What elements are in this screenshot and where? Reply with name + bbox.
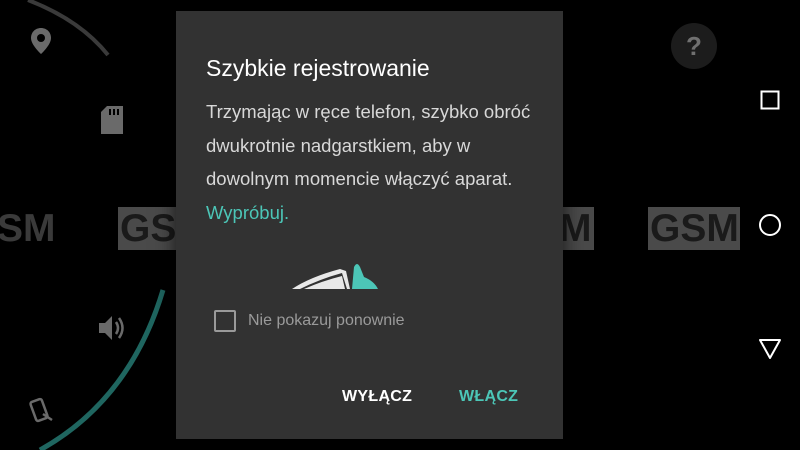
dont-show-again-checkbox[interactable]	[214, 310, 236, 332]
location-pin-icon[interactable]	[31, 28, 51, 58]
enable-button[interactable]: WŁĄCZ	[459, 384, 518, 410]
help-icon: ?	[686, 30, 702, 61]
dialog-title: Szybkie rejestrowanie	[206, 55, 430, 81]
back-icon	[759, 339, 781, 359]
home-button[interactable]	[740, 195, 800, 255]
watermark-fragment-1: SM	[0, 207, 56, 250]
home-icon	[759, 214, 781, 236]
back-button[interactable]	[740, 319, 800, 379]
wrist-twist-illustration	[292, 264, 378, 289]
volume-icon[interactable]	[97, 314, 127, 346]
help-button[interactable]: ?	[671, 23, 717, 69]
shutter-gesture-icon[interactable]	[27, 396, 55, 428]
dialog-body-text: Trzymając w ręce telefon, szybko obróć d…	[206, 101, 531, 189]
screen: ? SM GSMchoice mGSM GSMch Szybkie rejest…	[0, 0, 800, 450]
disable-button[interactable]: WYŁĄCZ	[342, 384, 412, 410]
dont-show-again-label: Nie pokazuj ponownie	[248, 312, 405, 329]
dialog-body: Trzymając w ręce telefon, szybko obróć d…	[206, 95, 541, 229]
quick-capture-dialog: Szybkie rejestrowanie Trzymając w ręce t…	[176, 11, 563, 439]
overview-icon	[760, 90, 780, 110]
overview-button[interactable]	[740, 70, 800, 130]
navigation-bar	[740, 0, 800, 450]
try-it-link[interactable]: Wypróbuj.	[206, 202, 289, 223]
dont-show-again-row[interactable]: Nie pokazuj ponownie	[214, 308, 405, 334]
sd-card-icon[interactable]	[101, 106, 123, 138]
